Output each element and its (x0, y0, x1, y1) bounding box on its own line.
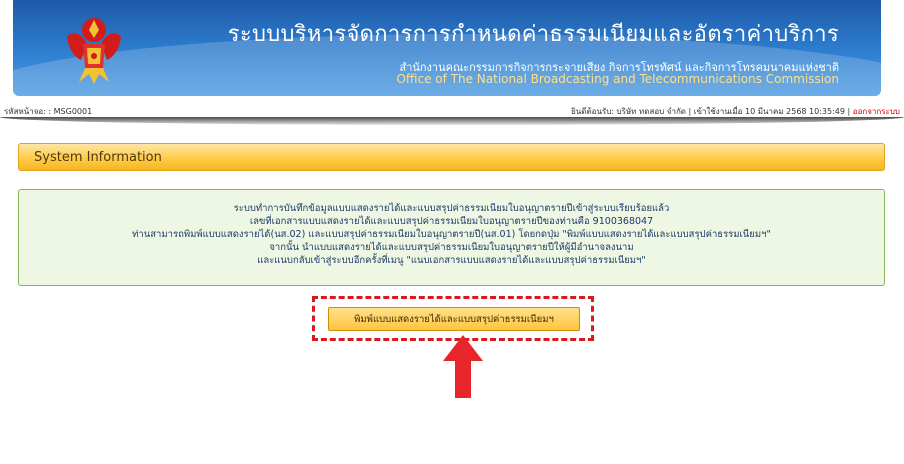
app-title: ระบบบริหารจัดการการกำหนดค่าธรรมเนียมและอ… (227, 22, 839, 47)
section-header: System Information (18, 143, 885, 171)
status-bar: รหัสหน้าจอ: : MSG0001 ยินดีต้อนรับ: บริษ… (0, 103, 904, 118)
garuda-emblem-icon (67, 18, 121, 84)
message-line: จากนั้น นำแบบแสดงรายได้และแบบสรุปค่าธรรม… (269, 242, 634, 253)
arrow-up-icon (443, 335, 483, 398)
status-divider (0, 117, 904, 125)
message-line: เลขที่เอกสารแบบแสดงรายได้และแบบสรุปค่าธร… (249, 216, 654, 227)
message-line: และแนบกลับเข้าสู่ระบบอีกครั้งที่เมนู "แน… (257, 255, 646, 266)
message-line: ท่านสามารถพิมพ์แบบแสดงรายได้(นส.02) และแ… (132, 229, 771, 240)
success-message-box: ระบบทำการบันทึกข้อมูลแบบแสดงรายได้และแบบ… (18, 189, 885, 286)
main-content: System Information ระบบทำการบันทึกข้อมูล… (6, 125, 898, 464)
section-title: System Information (34, 150, 162, 165)
session-text: ยินดีต้อนรับ: บริษัท ทดสอบ จำกัด | เข้าใ… (571, 107, 853, 116)
agency-name-english: Office of The National Broadcasting and … (396, 72, 839, 86)
header-banner: ระบบบริหารจัดการการกำหนดค่าธรรมเนียมและอ… (13, 0, 881, 96)
print-form-button[interactable]: พิมพ์แบบแสดงรายได้และแบบสรุปค่าธรรมเนียม… (328, 307, 580, 331)
logout-link[interactable]: ออกจากระบบ (853, 107, 900, 116)
message-line: ระบบทำการบันทึกข้อมูลแบบแสดงรายได้และแบบ… (233, 203, 670, 214)
